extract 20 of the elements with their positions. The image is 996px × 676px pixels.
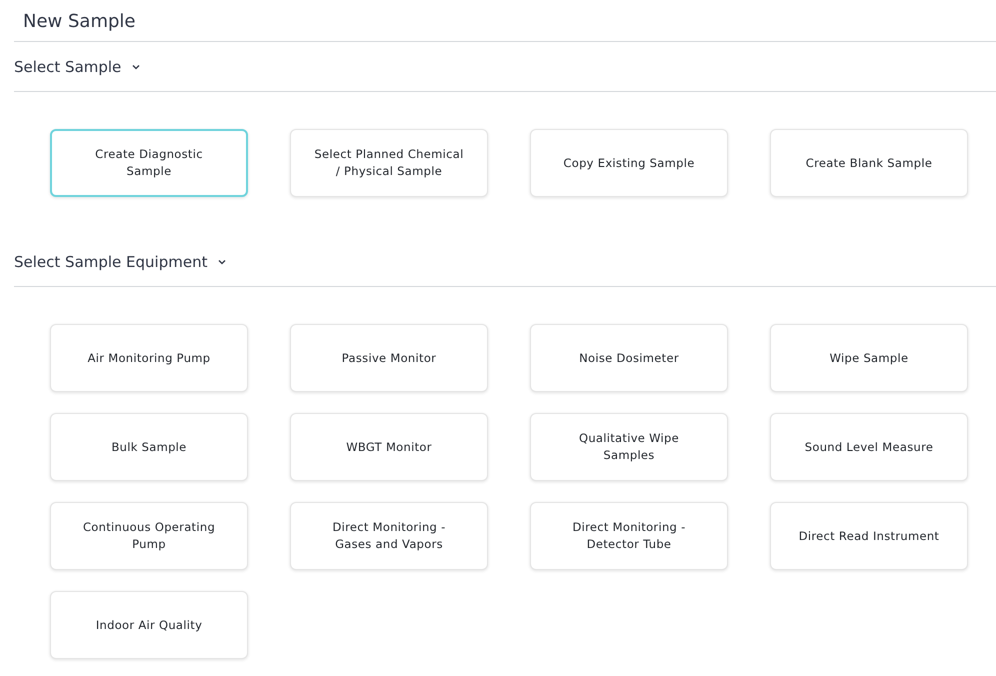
option-card[interactable]: Create Diagnostic Sample bbox=[50, 129, 248, 197]
option-card[interactable]: Wipe Sample bbox=[770, 324, 968, 392]
option-card[interactable]: Passive Monitor bbox=[290, 324, 488, 392]
option-card[interactable]: Noise Dosimeter bbox=[530, 324, 728, 392]
option-card[interactable]: Air Monitoring Pump bbox=[50, 324, 248, 392]
option-card[interactable]: Indoor Air Quality bbox=[50, 591, 248, 659]
option-card[interactable]: Sound Level Measure bbox=[770, 413, 968, 481]
option-card[interactable]: Direct Monitoring - Detector Tube bbox=[530, 502, 728, 570]
option-card[interactable]: Copy Existing Sample bbox=[530, 129, 728, 197]
option-card[interactable]: WBGT Monitor bbox=[290, 413, 488, 481]
option-card[interactable]: Direct Monitoring - Gases and Vapors bbox=[290, 502, 488, 570]
page-title: New Sample bbox=[23, 10, 136, 32]
option-card[interactable]: Create Blank Sample bbox=[770, 129, 968, 197]
option-card[interactable]: Select Planned Chemical / Physical Sample bbox=[290, 129, 488, 197]
option-card[interactable]: Bulk Sample bbox=[50, 413, 248, 481]
option-card[interactable]: Continuous Operating Pump bbox=[50, 502, 248, 570]
section-header[interactable]: Select Sample Equipment bbox=[14, 237, 996, 287]
section-header[interactable]: Select Sample bbox=[14, 42, 996, 92]
option-card[interactable]: Qualitative Wipe Samples bbox=[530, 413, 728, 481]
option-card[interactable]: Direct Read Instrument bbox=[770, 502, 968, 570]
